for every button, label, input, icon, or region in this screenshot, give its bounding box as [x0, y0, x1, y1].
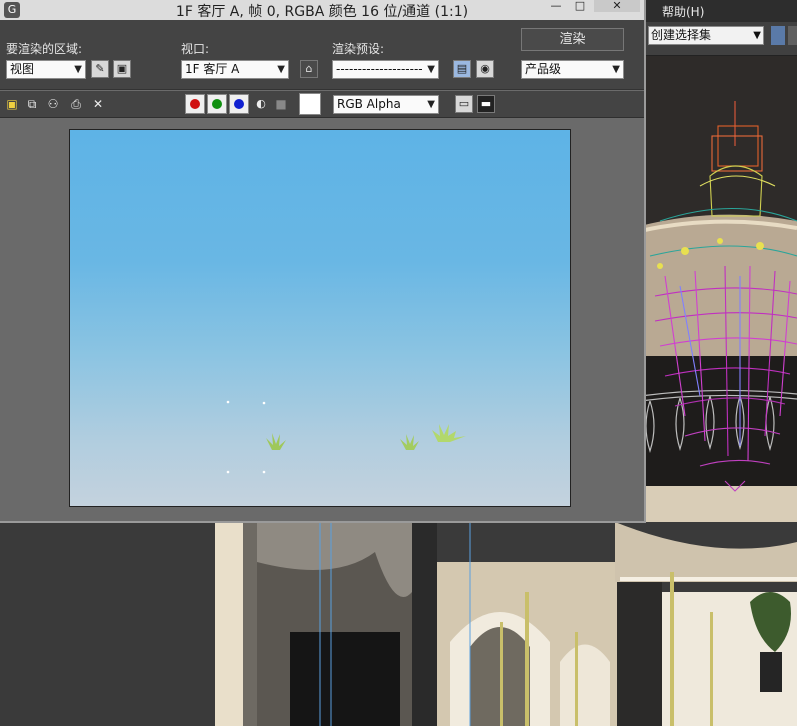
rendered-image-content — [226, 400, 466, 474]
max-menubar: 帮助(H) — [640, 0, 797, 22]
render-canvas-area — [0, 119, 644, 521]
title-bar[interactable]: G 1F 客厅 A, 帧 0, RGBA 颜色 16 位/通道 (1:1) — … — [0, 0, 644, 20]
plant-sprite — [266, 433, 286, 450]
save-image-icon[interactable]: ▣ — [4, 96, 20, 112]
plant-sprite — [400, 434, 419, 450]
selection-set-value: 创建选择集 — [651, 28, 712, 42]
lock-icon[interactable]: ⌂ — [300, 60, 318, 78]
red-channel-toggle[interactable] — [185, 94, 205, 114]
close-button[interactable]: ✕ — [594, 0, 640, 12]
menu-help[interactable]: 帮助(H) — [662, 3, 704, 20]
viewport-dropdown[interactable]: 1F 客厅 A ▼ — [181, 60, 289, 79]
green-channel-toggle[interactable] — [207, 94, 227, 114]
blue-channel-toggle[interactable] — [229, 94, 249, 114]
selection-set-dropdown[interactable]: 创建选择集 ▼ — [648, 26, 764, 45]
region-value: 视图 — [10, 62, 35, 76]
screen: 帮助(H) 创建选择集 ▼ G 1F 客厅 A, 帧 0, RGBA 颜色 16… — [0, 0, 797, 726]
minimize-button[interactable]: — — [546, 0, 566, 12]
print-image-icon[interactable]: ⎙ — [68, 96, 84, 112]
blue-channel-icon — [234, 99, 244, 109]
clear-icon[interactable]: ✕ — [90, 96, 106, 112]
image-toolbar: ▣ ⧉ ⚇ ⎙ ✕ ◐ ■ RGB Alpha ▼ ▭ ▬ — [0, 91, 644, 118]
plant-sprite — [432, 424, 466, 442]
render-settings-panel: 要渲染的区域: 视图 ▼ ✎ ▣ 视口: 1F 客厅 A ▼ ⌂ 渲染预设: -… — [0, 20, 644, 90]
maximize-button[interactable]: □ — [570, 0, 590, 12]
rendered-image[interactable] — [69, 129, 571, 507]
render-button[interactable]: 渲染 — [521, 28, 624, 51]
max-toolbar: 创建选择集 ▼ — [640, 22, 797, 56]
preset-value: -------------------- — [336, 62, 423, 76]
environment-icon[interactable]: ◉ — [476, 60, 494, 78]
toolbar-tool-icon[interactable] — [771, 26, 785, 45]
green-channel-icon — [212, 99, 222, 109]
toggle-ui-overlay-icon[interactable]: ▭ — [455, 95, 473, 113]
color-swatch[interactable] — [299, 93, 321, 115]
auto-region-icon[interactable]: ▣ — [113, 60, 131, 78]
viewport-value: 1F 客厅 A — [185, 62, 240, 76]
quality-dropdown[interactable]: 产品级 ▼ — [521, 60, 624, 79]
toggle-ui-icon[interactable]: ▬ — [477, 95, 495, 113]
chevron-down-icon: ▼ — [612, 64, 620, 75]
viewport-label: 视口: — [181, 42, 210, 56]
copy-image-icon[interactable]: ⧉ — [24, 96, 40, 112]
red-channel-icon — [190, 99, 200, 109]
chevron-down-icon: ▼ — [427, 99, 435, 110]
quality-value: 产品级 — [525, 62, 562, 76]
alpha-channel-icon[interactable]: ◐ — [253, 96, 269, 112]
clone-window-icon[interactable]: ⚇ — [45, 96, 61, 112]
chevron-down-icon: ▼ — [277, 64, 285, 75]
edit-region-icon[interactable]: ✎ — [91, 60, 109, 78]
preset-dropdown[interactable]: -------------------- ▼ — [332, 60, 439, 79]
monochrome-icon[interactable]: ■ — [273, 96, 289, 112]
toolbar-tool-icon[interactable] — [788, 26, 797, 45]
rendered-frame-window: G 1F 客厅 A, 帧 0, RGBA 颜色 16 位/通道 (1:1) — … — [0, 0, 646, 523]
scene-lower-wall — [215, 522, 797, 726]
chevron-down-icon: ▼ — [427, 64, 435, 75]
chevron-down-icon: ▼ — [74, 64, 82, 75]
render-setup-icon[interactable]: ▤ — [453, 60, 471, 78]
preset-label: 渲染预设: — [332, 42, 385, 56]
channel-display-value: RGB Alpha — [337, 97, 401, 111]
region-label: 要渲染的区域: — [6, 42, 83, 56]
region-dropdown[interactable]: 视图 ▼ — [6, 60, 86, 79]
chevron-down-icon: ▼ — [753, 30, 761, 41]
channel-display-dropdown[interactable]: RGB Alpha ▼ — [333, 95, 439, 114]
